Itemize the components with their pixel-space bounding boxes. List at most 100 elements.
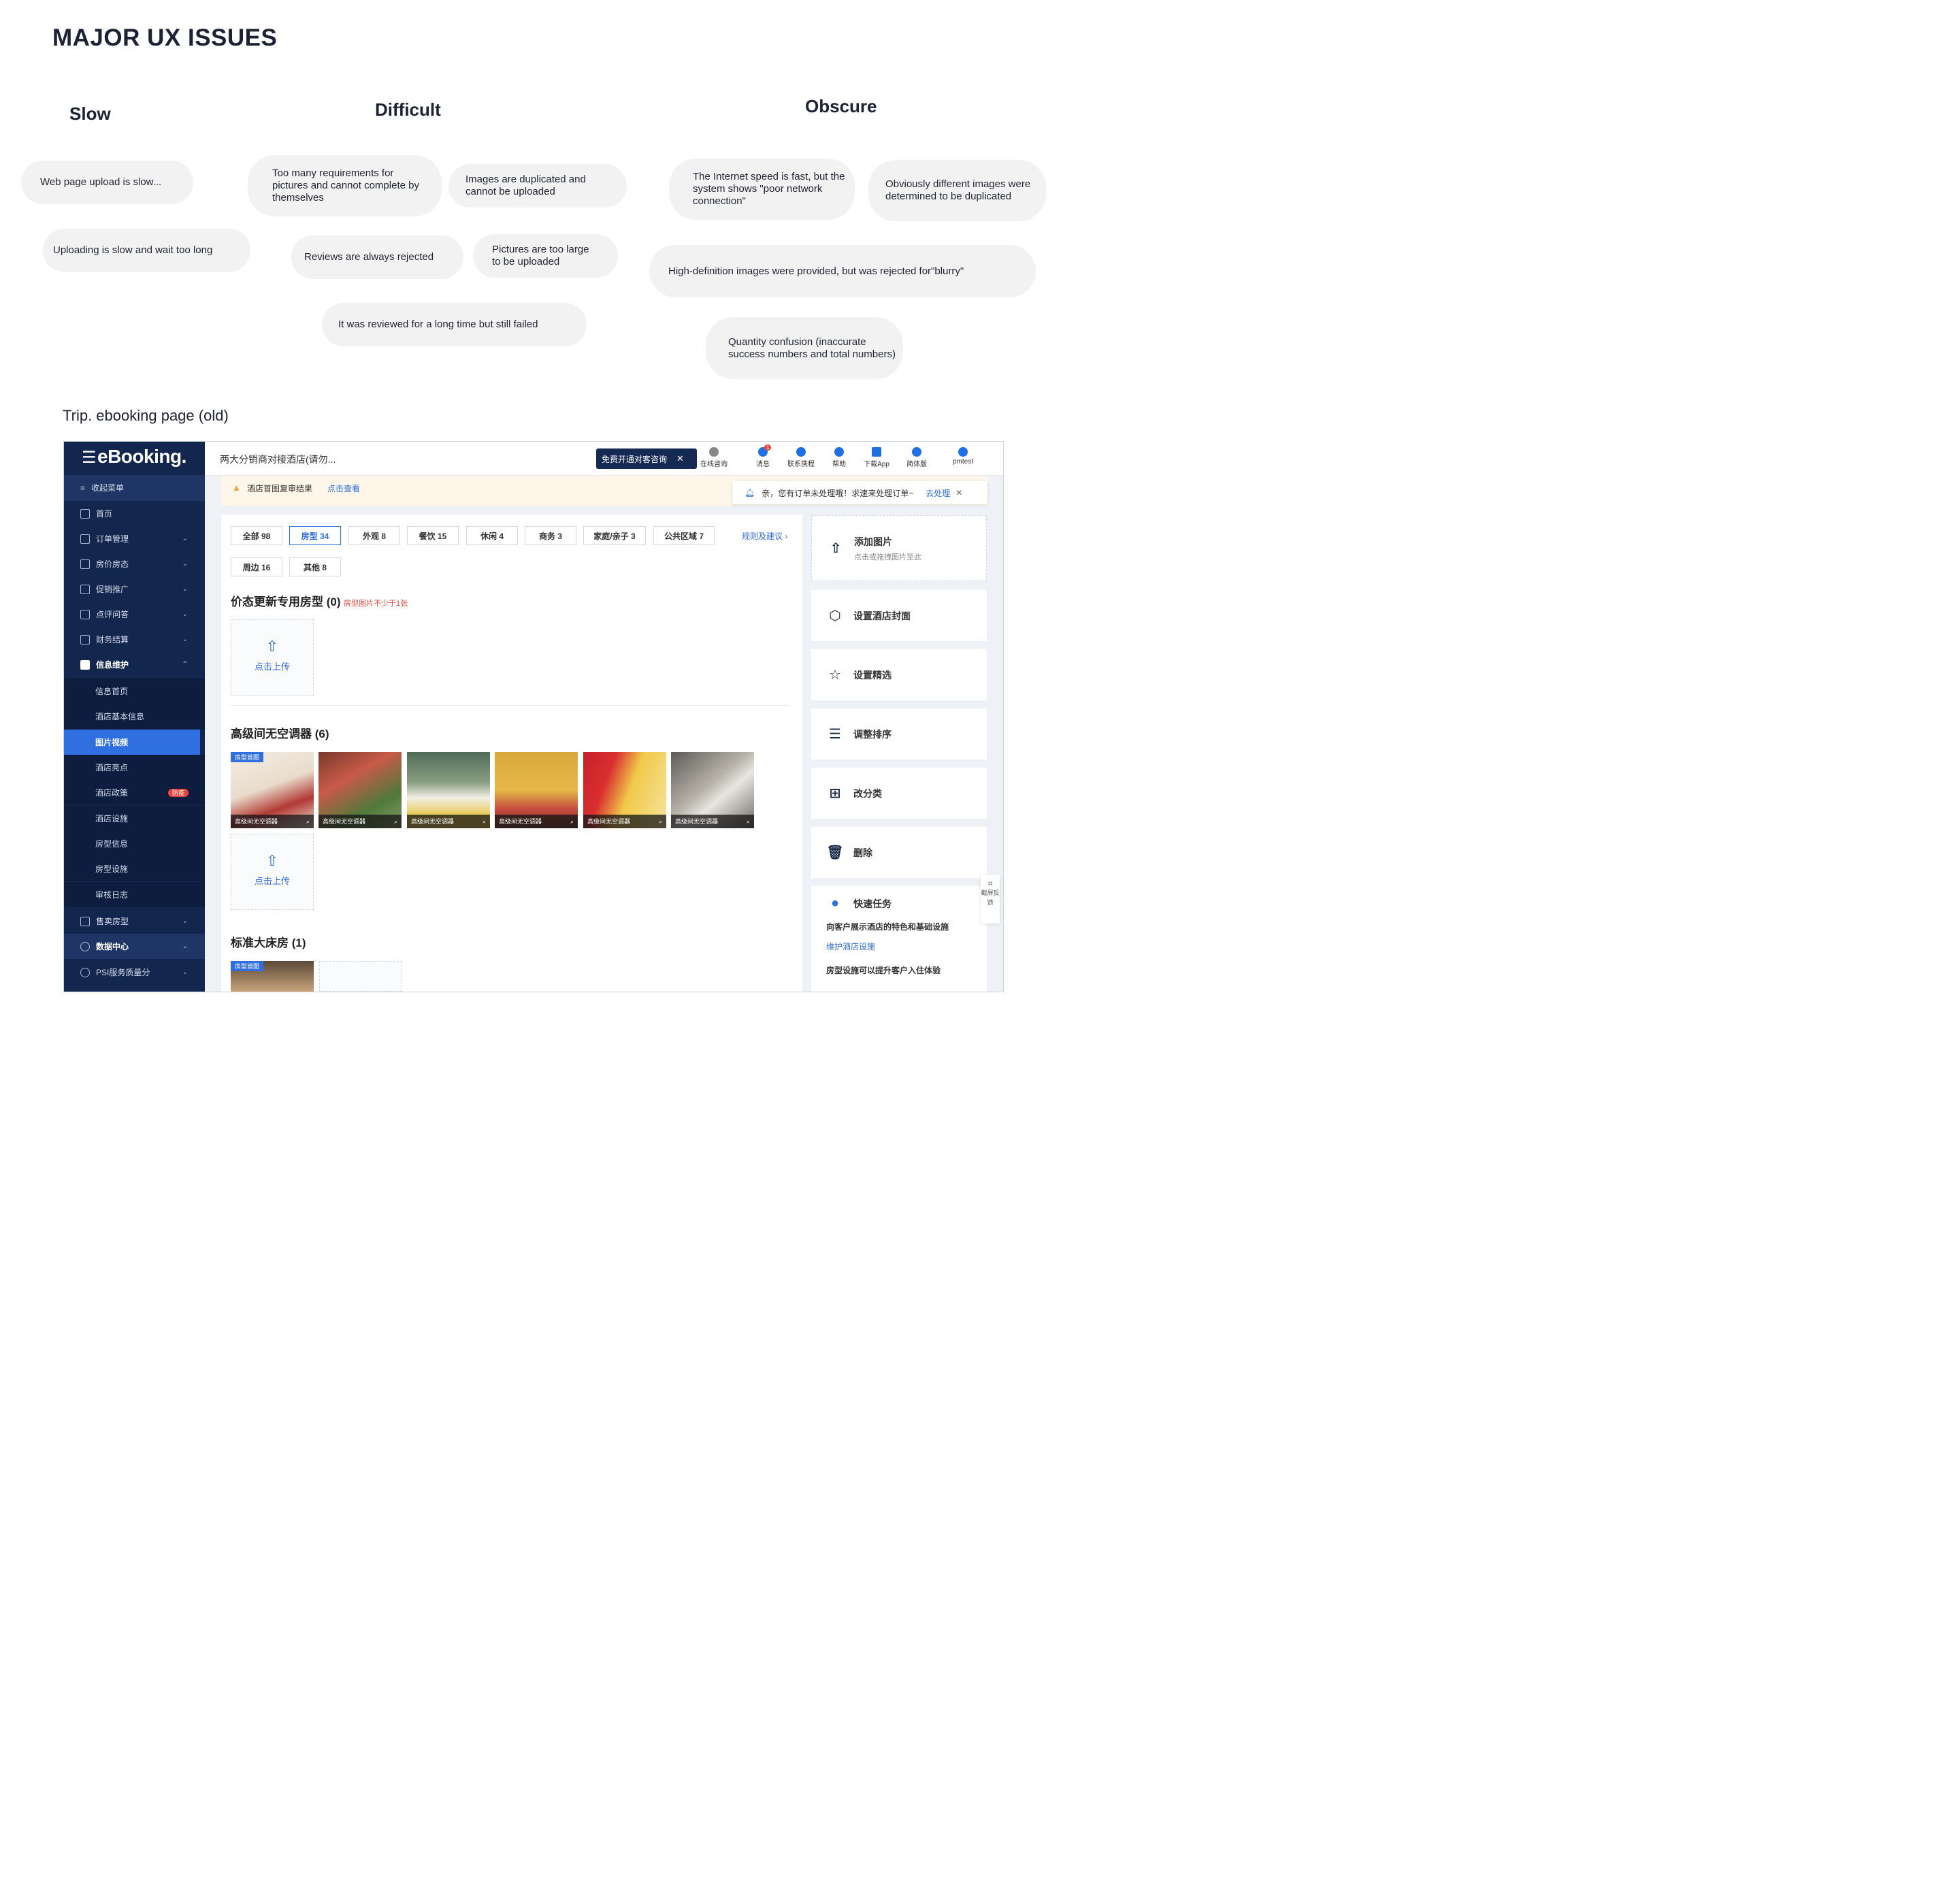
upload-box[interactable]: ⇧ 点击上传 (231, 619, 314, 696)
room-photo[interactable]: 高级间无空调器 ⌕ (495, 752, 578, 828)
room-photo[interactable]: 高级间无空调器 ⌕ (671, 752, 754, 828)
sidebar-sub-room-info[interactable]: 房型信息 (64, 831, 205, 856)
view-result-link[interactable]: 点击查看 (327, 483, 360, 494)
issue-pill: Uploading is slow and wait too long (43, 229, 250, 272)
sidebar-item-psi[interactable]: PSI服务质量分 ⌄ (64, 960, 205, 985)
headset-icon (709, 447, 719, 457)
upload-box[interactable] (319, 961, 402, 992)
zoom-icon[interactable]: ⌕ (394, 815, 397, 828)
set-cover-button[interactable]: ⬡ 设置酒店封面 (811, 590, 987, 641)
ebooking-screenshot: ☰eBooking. ≡ 收起菜单 首页 订单管理 ⌄ 房价房态 ⌄ 促销推广 ⌄ 点… (63, 441, 1004, 992)
sidebar: ☰eBooking. ≡ 收起菜单 首页 订单管理 ⌄ 房价房态 ⌄ 促销推广 ⌄ 点… (64, 442, 205, 992)
rules-link[interactable]: 规则及建议 › (742, 530, 787, 542)
policy-badge: 防疫 (168, 789, 189, 797)
sidebar-item-rates[interactable]: 房价房态 ⌄ (64, 551, 205, 576)
qr-icon (872, 447, 881, 457)
tab-surroundings[interactable]: 周边 16 (231, 557, 282, 576)
upload-icon: ⇧ (265, 638, 279, 655)
download-app-button[interactable]: 下载App (860, 447, 893, 468)
home-icon (80, 508, 90, 519)
tab-other[interactable]: 其他 8 (289, 557, 341, 576)
sort-icon: ☰ (829, 727, 841, 742)
contact-ctrip-button[interactable]: 联系携程 (785, 447, 817, 468)
zoom-icon[interactable]: ⌕ (659, 815, 662, 828)
sidebar-sub-room-facilities[interactable]: 房型设施 (64, 856, 205, 881)
zoom-icon[interactable]: ⌕ (306, 815, 310, 828)
close-icon[interactable]: ✕ (956, 488, 962, 498)
cover-tag: 房型首图 (231, 961, 264, 971)
room-photo[interactable]: 高级间无空调器 ⌕ (583, 752, 666, 828)
sidebar-sub-audit-log[interactable]: 审核日志 (64, 882, 205, 907)
online-consult-button[interactable]: 在线咨询 (698, 447, 730, 468)
tab-family[interactable]: 家庭/亲子 3 (583, 526, 646, 545)
tab-room[interactable]: 房型 34 (289, 526, 341, 545)
sidebar-item-promotion[interactable]: 促销推广 ⌄ (64, 576, 205, 602)
trash-icon: 🗑︎ (826, 845, 844, 860)
tab-all[interactable]: 全部 98 (231, 526, 282, 545)
tab-public[interactable]: 公共区域 7 (653, 526, 715, 545)
sidebar-sub-policy[interactable]: 酒店政策 防疫 (64, 780, 205, 805)
upload-icon: ⇧ (830, 541, 842, 556)
change-category-button[interactable]: ⊞ 改分类 (811, 768, 987, 819)
sidebar-item-orders[interactable]: 订单管理 ⌄ (64, 526, 205, 551)
upload-box[interactable]: ⇧ 点击上传 (231, 834, 314, 910)
maintain-facilities-link[interactable]: 维护酒店设施 (826, 941, 875, 952)
sidebar-item-reviews[interactable]: 点评问答 ⌄ (64, 602, 205, 627)
user-icon (958, 447, 968, 457)
sidebar-item-finance[interactable]: 财务结算 ⌄ (64, 627, 205, 652)
sidebar-item-home[interactable]: 首页 (64, 501, 205, 526)
help-button[interactable]: 帮助 (823, 447, 855, 468)
room-photo[interactable]: 高级间无空调器 ⌕ (318, 752, 402, 828)
room-photo[interactable]: 房型首图 (231, 961, 314, 992)
photo-content-panel: 全部 98 房型 34 外观 8 餐饮 15 休闲 4 商务 3 家庭/亲子 3… (221, 515, 802, 992)
message-count-badge: 1 (764, 444, 772, 451)
chevron-up-icon: ⌃ (182, 661, 188, 668)
issue-pill: Too many requirements for pictures and c… (248, 155, 442, 216)
star-icon: ☆ (829, 668, 841, 683)
zoom-icon[interactable]: ⌕ (483, 815, 486, 828)
crop-icon: ⌗ (987, 879, 993, 888)
screenshot-label: Trip. ebooking page (old) (63, 407, 229, 424)
chevron-down-icon: ⌄ (182, 968, 188, 976)
tab-exterior[interactable]: 外观 8 (348, 526, 400, 545)
sidebar-sub-highlights[interactable]: 酒店亮点 (64, 755, 205, 780)
grid-icon: ⊞ (829, 786, 841, 801)
sidebar-sub-photos[interactable]: 图片视频 (64, 730, 200, 755)
collapse-menu[interactable]: ≡ 收起菜单 (64, 475, 205, 501)
consult-promo-button[interactable]: 免费开通对客咨询 ✕ (596, 448, 697, 469)
zoom-icon[interactable]: ⌕ (570, 815, 574, 828)
sidebar-sub-hotel-info[interactable]: 酒店基本信息 (64, 704, 205, 729)
sidebar-item-info[interactable]: 信息维护 ⌃ (64, 652, 205, 677)
tab-leisure[interactable]: 休闲 4 (466, 526, 518, 545)
screenshot-feedback-button[interactable]: ⌗ 截屏反馈 (981, 875, 1000, 924)
hexagon-icon: ⬡ (829, 608, 841, 623)
column-title-difficult: Difficult (375, 99, 441, 120)
hotel-name[interactable]: 两大分销商对接酒店(请勿... (220, 453, 336, 466)
edit-icon (80, 659, 90, 670)
set-featured-button[interactable]: ☆ 设置精选 (811, 649, 987, 700)
room-photo[interactable]: 房型首图 高级间无空调器 ⌕ (231, 752, 314, 828)
messages-button[interactable]: 消息 1 (747, 444, 779, 468)
handle-orders-link[interactable]: 去处理 (926, 487, 950, 499)
user-menu[interactable]: pmtest (947, 447, 979, 466)
sidebar-sub-info-home[interactable]: 信息首页 (64, 679, 205, 704)
delete-button[interactable]: 🗑︎ 删除 (811, 827, 987, 878)
room-photo[interactable]: 高级间无空调器 ⌕ (407, 752, 490, 828)
language-button[interactable]: 简体版 (900, 447, 933, 468)
menu-icon: ≡ (80, 483, 86, 493)
chevron-down-icon: ⌄ (182, 943, 188, 950)
sidebar-item-data-center[interactable]: 数据中心 ⌄ (64, 934, 205, 959)
zoom-icon[interactable]: ⌕ (747, 815, 750, 828)
chevron-down-icon: ⌄ (182, 610, 188, 618)
sidebar-item-room-types[interactable]: 售卖房型 ⌄ (64, 909, 205, 934)
add-photo-dropzone[interactable]: ⇧ 添加图片 点击或拖拽图片至此 (811, 515, 987, 581)
section-header: 标准大床房 (1) (231, 936, 306, 949)
promotion-icon (80, 584, 90, 594)
tab-business[interactable]: 商务 3 (525, 526, 576, 545)
chart-icon (80, 941, 90, 951)
reorder-button[interactable]: ☰ 调整排序 (811, 708, 987, 760)
review-icon (80, 609, 90, 619)
tab-dining[interactable]: 餐饮 15 (407, 526, 459, 545)
close-icon[interactable]: ✕ (676, 453, 684, 464)
sidebar-sub-facilities[interactable]: 酒店设施 (64, 806, 205, 831)
